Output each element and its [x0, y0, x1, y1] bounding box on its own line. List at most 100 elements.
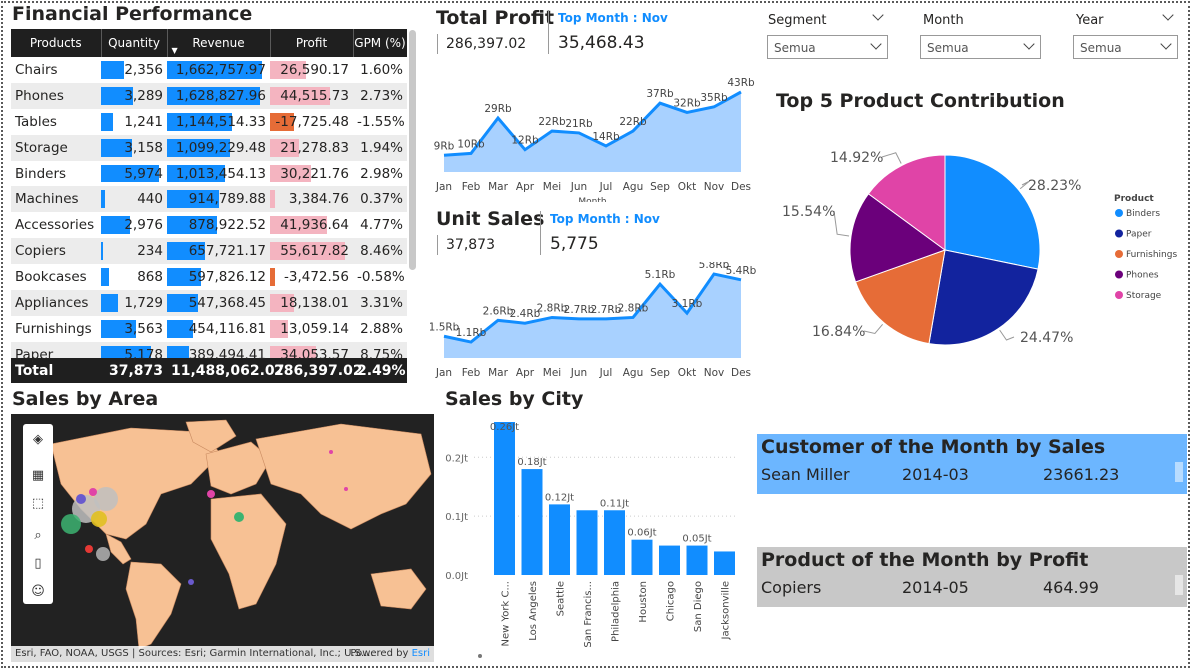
legend-marker[interactable] — [1115, 250, 1123, 258]
data-label: 5.4Rb — [726, 265, 757, 277]
cell-profit-value: 18,138.01 — [280, 294, 349, 311]
col-header-quantity[interactable]: Quantity — [101, 29, 168, 57]
table-row[interactable]: Furnishings 3,563 454,116.81 13,059.14 2.88% — [11, 316, 407, 342]
cell-profit-bar — [270, 190, 275, 209]
x-tick-label: Agu — [623, 367, 644, 379]
table-row[interactable]: Machines 440 914,789.88 3,384.76 0.37% — [11, 186, 407, 213]
cell-gpm-value: 3.31% — [360, 294, 403, 311]
cell-quantity: 5,974 — [101, 161, 167, 187]
table-scrollbar[interactable] — [409, 30, 416, 270]
bar[interactable] — [494, 422, 515, 575]
esri-link[interactable]: Esri — [412, 648, 430, 659]
table-row[interactable]: Accessories 2,976 878,922.52 41,936.64 4.77% — [11, 212, 407, 238]
sales-by-city-chart: 0.0Jt 0.1Jt 0.2Jt 0.26Jt New York C... 0.18Jt… — [445, 422, 738, 648]
table-row[interactable]: Tables 1,241 1,144,514.33 -17,725.48 -1.55% — [11, 109, 407, 135]
cell-gpm: -0.58% — [353, 264, 407, 290]
col-header-profit[interactable]: Profit — [270, 29, 354, 57]
person-icon[interactable]: ☺ — [30, 584, 46, 600]
chart-scroll-handle[interactable] — [478, 654, 482, 658]
cell-product-value: Copiers — [15, 243, 66, 260]
cell-profit-value: 30,221.76 — [280, 165, 349, 182]
bar[interactable] — [521, 469, 543, 575]
cell-quantity-value: 868 — [137, 269, 163, 286]
cell-quantity-value: 1,241 — [124, 113, 163, 130]
cell-gpm-value: 2.73% — [360, 87, 403, 104]
x-tick-label: Mei — [543, 367, 561, 379]
table-row[interactable]: Bookcases 868 597,826.12 -3,472.56 -0.58% — [11, 264, 407, 290]
col-header-products[interactable]: Products — [11, 29, 102, 57]
legend-item[interactable]: Storage — [1126, 291, 1162, 301]
customer-sales-value: 23661.23 — [1043, 465, 1120, 484]
cell-gpm: 3.31% — [353, 290, 407, 316]
table-row[interactable]: Phones 3,289 1,628,827.96 44,515.73 2.73% — [11, 82, 407, 109]
customer-month: 2014-03 — [902, 465, 969, 484]
cell-quantity-bar — [101, 190, 105, 209]
sales-map[interactable]: ◈ ▦ ⬚ ⌕ ▯ ☺ Esri, FAO, NOAA, USGS | Sour… — [11, 414, 434, 662]
qr-select-icon[interactable]: ▦ — [30, 468, 46, 484]
data-label: 0.26Jt — [490, 422, 519, 433]
legend-item[interactable]: Paper — [1126, 230, 1152, 240]
table-row[interactable]: Appliances 1,729 547,368.45 18,138.01 3.31% — [11, 290, 407, 316]
legend-marker[interactable] — [1115, 270, 1123, 279]
bar[interactable] — [686, 545, 708, 575]
x-tick-label: Mar — [488, 367, 508, 379]
bar-chart-icon[interactable]: ▯ — [30, 556, 46, 572]
table-row[interactable]: Binders 5,974 1,013,454.13 30,221.76 2.98% — [11, 161, 407, 187]
year-slicer-label: Year — [1076, 13, 1104, 28]
data-label: 0.05Jt — [682, 534, 711, 545]
x-tick-label: Okt — [678, 367, 696, 379]
pie-data-label: 24.47% — [1020, 330, 1073, 346]
pie-slice-binders[interactable] — [944, 154, 1041, 270]
layers-icon[interactable]: ◈ — [30, 432, 46, 448]
x-tick-label: Jul — [599, 181, 613, 193]
y-tick-label: 0.1Jt — [445, 512, 468, 523]
total-profit-title: Total Profit — [436, 7, 555, 29]
cell-profit-value: 21,278.83 — [280, 139, 349, 156]
col-header-revenue[interactable]: Revenue ▼ — [167, 29, 271, 57]
card-scrollbar[interactable] — [1175, 462, 1183, 482]
legend-item[interactable]: Phones — [1126, 271, 1159, 281]
legend-item[interactable]: Binders — [1126, 209, 1160, 219]
financial-table: Products Quantity Revenue ▼ Profit GPM (%… — [11, 29, 407, 383]
cell-revenue: 547,368.45 — [167, 290, 270, 316]
bar[interactable] — [659, 545, 680, 575]
financial-title: Financial Performance — [12, 3, 253, 25]
cell-revenue: 1,013,454.13 — [167, 161, 270, 187]
cell-product: Chairs — [11, 57, 101, 83]
product-profit-value: 464.99 — [1043, 578, 1099, 597]
data-label: 21Rb — [565, 118, 593, 130]
x-tick-label: San Diego — [693, 581, 704, 632]
cell-profit: 55,617.82 — [270, 238, 353, 265]
cell-revenue-value: 1,662,757.97 — [175, 61, 266, 78]
legend-item[interactable]: Furnishings — [1126, 250, 1177, 260]
table-row[interactable]: Chairs 2,356 1,662,757.97 26,590.17 1.60% — [11, 57, 407, 83]
search-icon[interactable]: ⌕ — [30, 528, 46, 544]
table-row[interactable]: Storage 3,158 1,099,229.48 21,278.83 1.94% — [11, 134, 407, 161]
legend-marker[interactable] — [1115, 209, 1123, 217]
total-gpm: 2.49% — [357, 362, 406, 379]
col-header-gpm[interactable]: GPM (%) — [353, 29, 407, 57]
cell-product-value: Appliances — [15, 294, 89, 311]
cell-quantity: 3,158 — [101, 134, 167, 161]
bar[interactable] — [549, 504, 570, 575]
chevron-down-icon — [1160, 38, 1172, 50]
month-dropdown[interactable]: Semua — [920, 35, 1041, 59]
cell-revenue: 1,099,229.48 — [167, 134, 270, 161]
legend-marker[interactable] — [1115, 291, 1123, 299]
card-scrollbar[interactable] — [1175, 575, 1183, 595]
cell-product-value: Chairs — [15, 61, 58, 78]
data-label: 9Rb — [434, 140, 455, 152]
legend-marker[interactable] — [1115, 229, 1123, 238]
bar[interactable] — [631, 539, 653, 575]
cell-revenue-value: 878,922.52 — [188, 217, 266, 234]
year-dropdown[interactable]: Semua — [1073, 35, 1178, 59]
bar[interactable] — [604, 510, 625, 575]
bar[interactable] — [576, 510, 598, 575]
cell-profit: -3,472.56 — [270, 264, 353, 290]
bar[interactable] — [714, 551, 735, 575]
table-row[interactable]: Copiers 234 657,721.17 55,617.82 8.46% — [11, 238, 407, 265]
data-label: 29Rb — [484, 103, 512, 115]
rectangle-select-icon[interactable]: ⬚ — [30, 496, 46, 512]
unit-sales-top-month-label: Top Month : Nov — [550, 212, 660, 226]
segment-dropdown[interactable]: Semua — [767, 35, 888, 59]
